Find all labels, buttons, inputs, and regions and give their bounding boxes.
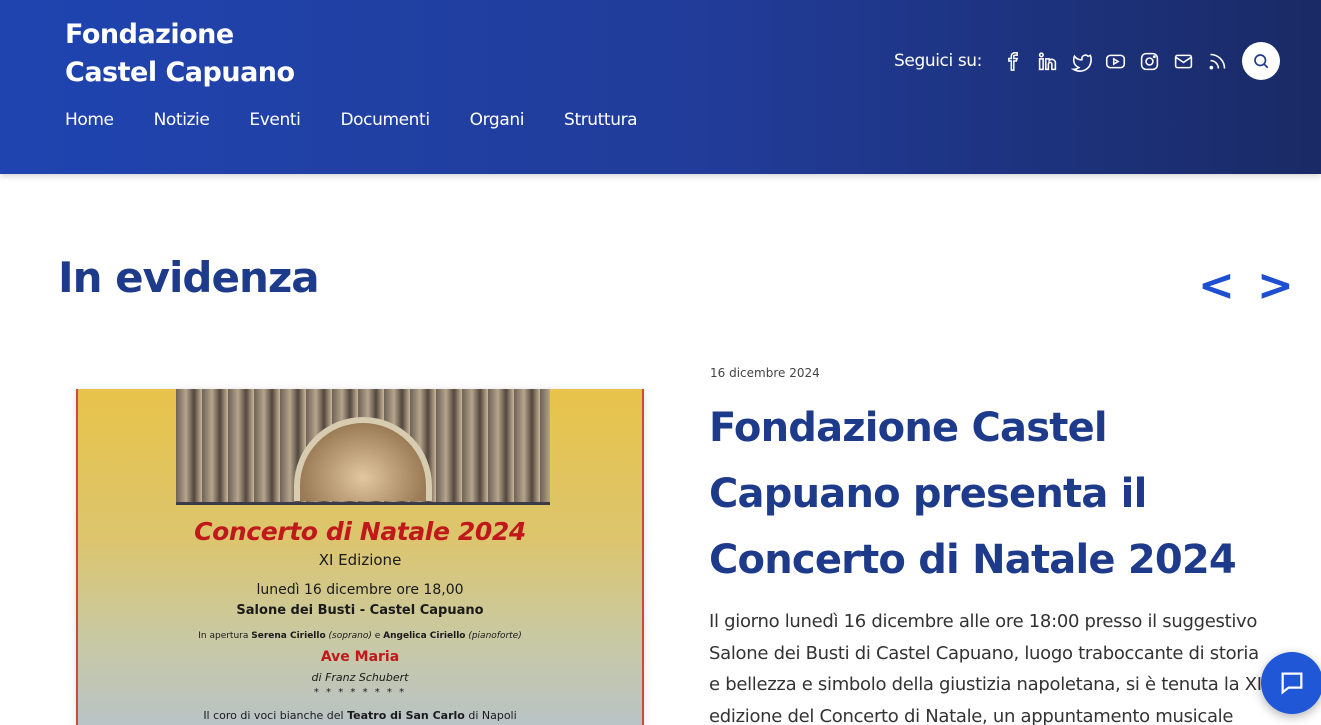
poster-opening-prefix: In apertura: [198, 631, 252, 641]
brand-line-2: Castel Capuano: [65, 57, 295, 88]
article-image[interactable]: Concerto di Natale 2024 XI Edizione lune…: [76, 389, 644, 725]
carousel-next-button[interactable]: >: [1257, 256, 1294, 316]
chat-button[interactable]: [1261, 652, 1321, 714]
nav-struttura[interactable]: Struttura: [564, 106, 638, 134]
poster-opening-soprano-role: (soprano): [325, 631, 372, 641]
poster-composer: di Franz Schubert: [311, 671, 409, 684]
nav-eventi[interactable]: Eventi: [249, 106, 300, 134]
poster-separator: * * * * * * * *: [313, 687, 407, 698]
nav-organi[interactable]: Organi: [470, 106, 525, 134]
youtube-icon[interactable]: [1098, 44, 1132, 78]
article-headline[interactable]: Fondazione Castel Capuano presenta il Co…: [709, 395, 1269, 593]
article-date: 16 dicembre 2024: [710, 366, 820, 380]
twitter-icon[interactable]: [1064, 44, 1098, 78]
poster-choir-theatre: Teatro di San Carlo: [347, 709, 465, 722]
poster-edition: XI Edizione: [318, 551, 402, 569]
poster-choir: Il coro di voci bianche del Teatro di Sa…: [78, 709, 642, 722]
poster-fresco: [176, 389, 550, 505]
section-title: In evidenza: [58, 253, 320, 302]
chat-icon: [1281, 672, 1303, 695]
site-header: Fondazione Castel Capuano Home Notizie E…: [0, 0, 1321, 174]
rss-icon[interactable]: [1200, 44, 1234, 78]
carousel-prev-button[interactable]: <: [1198, 256, 1235, 316]
poster-opening: In apertura Serena Ciriello (soprano) e …: [78, 631, 642, 641]
search-icon: [1254, 54, 1269, 69]
poster-opening-piano: Angelica Ciriello: [383, 631, 466, 641]
instagram-icon[interactable]: [1132, 44, 1166, 78]
nav-documenti[interactable]: Documenti: [340, 106, 430, 134]
social-label: Seguici su:: [894, 51, 982, 71]
search-button[interactable]: [1242, 42, 1280, 80]
poster-choir-prefix: Il coro di voci bianche del: [203, 709, 348, 722]
linkedin-icon[interactable]: [1030, 44, 1064, 78]
poster-venue: Salone dei Busti - Castel Capuano: [236, 603, 484, 618]
nav-notizie[interactable]: Notizie: [154, 106, 210, 134]
social-bar: Seguici su:: [894, 42, 1280, 80]
facebook-icon[interactable]: [996, 44, 1030, 78]
mail-icon[interactable]: [1166, 44, 1200, 78]
main-nav: Home Notizie Eventi Documenti Organi Str…: [65, 106, 677, 134]
site-brand[interactable]: Fondazione Castel Capuano: [65, 16, 295, 92]
poster-title: Concerto di Natale 2024: [194, 517, 526, 546]
brand-line-1: Fondazione: [65, 19, 234, 50]
poster-choir-suffix: di Napoli: [464, 709, 517, 722]
article-excerpt: Il giorno lunedì 16 dicembre alle ore 18…: [709, 611, 1262, 725]
poster-date: lunedì 16 dicembre ore 18,00: [256, 582, 464, 598]
poster-fresco-arch: [294, 417, 432, 501]
poster-opening-soprano: Serena Ciriello: [251, 631, 326, 641]
poster-opening-and: e: [371, 631, 384, 641]
nav-home[interactable]: Home: [65, 106, 114, 134]
poster-opening-piano-role: (pianoforte): [465, 631, 522, 641]
poster-piece: Ave Maria: [320, 649, 400, 665]
